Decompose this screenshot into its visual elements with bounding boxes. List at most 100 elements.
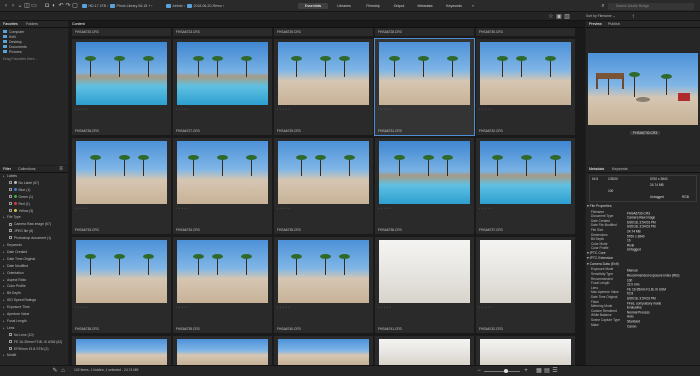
- rating-stars[interactable]: • • • • •: [176, 107, 189, 111]
- filter-section-header[interactable]: ▸ Model: [3, 353, 16, 358]
- breadcrumb-library[interactable]: Photo Library 06-15 + ›: [110, 3, 152, 9]
- thumbnail-image[interactable]: [76, 141, 167, 204]
- sort-direction-icon[interactable]: ↑: [630, 14, 636, 20]
- thumbnail-cell[interactable]: • • • • • FHSA6731.CR3: [374, 38, 475, 136]
- zoom-out-icon[interactable]: −: [476, 368, 482, 374]
- forward-icon[interactable]: ›: [10, 3, 16, 9]
- filter-label-item[interactable]: Blue (1): [9, 188, 30, 193]
- filter-section-header[interactable]: ▸ Lens: [3, 326, 14, 331]
- filter-label-item[interactable]: Yellow (3): [9, 209, 33, 214]
- rating-stars[interactable]: • • • • •: [75, 206, 88, 210]
- workspace-more-icon[interactable]: »: [470, 3, 476, 9]
- workspace-libraries[interactable]: Libraries: [330, 3, 358, 9]
- search-input[interactable]: Search Adobe Bridge: [608, 2, 694, 10]
- thumbnail-cell[interactable]: • • • • • FHSA6726.CR3: [72, 39, 171, 135]
- thumbnail-image[interactable]: [379, 339, 470, 365]
- breadcrumb-folder[interactable]: 2018-06-20-Remo ›: [187, 3, 224, 9]
- metadata-section-header[interactable]: ▾ IPTC Extension: [587, 256, 613, 261]
- thumbnail-image[interactable]: [177, 240, 268, 303]
- thumbnail-image[interactable]: [278, 339, 369, 365]
- thumbnail-cell[interactable]: • • • • • FHSA6740.CR3: [274, 237, 373, 333]
- filter-section-header[interactable]: ▸ File Type: [3, 215, 21, 220]
- filter-section-header[interactable]: ▸ Aspect Ratio: [3, 278, 26, 283]
- checkbox[interactable]: [9, 222, 12, 226]
- rating-stars[interactable]: • • • • •: [277, 305, 290, 309]
- preview-image[interactable]: [588, 53, 698, 125]
- filter-star-icon[interactable]: ☆: [548, 14, 554, 20]
- checkbox[interactable]: [9, 339, 12, 343]
- thumbnail-image[interactable]: [76, 339, 167, 365]
- open-recent-icon[interactable]: ▢: [72, 3, 78, 9]
- filter-item[interactable]: Camera Raw image (67): [9, 222, 51, 227]
- filter-item[interactable]: No Lens (10): [9, 333, 34, 338]
- checkbox[interactable]: [9, 181, 12, 185]
- refine-icon[interactable]: ◐: [51, 3, 57, 9]
- thumbnail-cell[interactable]: FHSA6725.CR3: [274, 28, 373, 36]
- checkbox[interactable]: [9, 346, 12, 350]
- thumbnail-cell[interactable]: FHSA6728.CR3: [375, 28, 474, 36]
- thumbnail-image[interactable]: [480, 141, 571, 204]
- thumbnail-cell[interactable]: • • • • • FHSA6729.CR3: [274, 39, 373, 135]
- thumbnail-cell[interactable]: • • • • • FHSA6733.CR3: [72, 138, 171, 234]
- filter-section-header[interactable]: ▸ Date Created: [3, 250, 27, 255]
- thumbnail-cell[interactable]: FHSA6730.CR3: [476, 28, 575, 36]
- home-icon[interactable]: ▭: [31, 3, 37, 9]
- rating-stars[interactable]: • • • • •: [378, 107, 391, 111]
- thumbnail-cell[interactable]: • • • • • FHSA6737.CR3: [476, 138, 575, 234]
- thumbnail-cell[interactable]: [173, 336, 272, 365]
- breadcrumb-drive[interactable]: HD-17 4TB ›: [82, 3, 108, 9]
- thumbnail-image[interactable]: [177, 141, 268, 204]
- filter-section-header[interactable]: ▸ Keywords: [3, 243, 22, 248]
- rating-stars[interactable]: • • • • •: [176, 305, 189, 309]
- filter-section-header[interactable]: ▸ Orientation: [3, 271, 24, 276]
- filter-section-header[interactable]: ▸ Labels: [3, 174, 17, 179]
- thumbnail-cell[interactable]: FHSA6723.CR3: [173, 28, 272, 36]
- filter-section-header[interactable]: ▸ Color Profile: [3, 284, 26, 289]
- details-view-icon[interactable]: ▤: [544, 368, 550, 374]
- metadata-section-header[interactable]: ▾ File Properties: [587, 204, 612, 209]
- settings-icon[interactable]: ✎: [52, 368, 58, 374]
- filter-section-header[interactable]: ▸ ISO Speed Ratings: [3, 298, 36, 303]
- filter-section-header[interactable]: ▸ Date Modified: [3, 264, 28, 269]
- thumbnail-cell[interactable]: • • • • • FHSA6741.CR3: [375, 237, 474, 333]
- thumbnail-cell[interactable]: [476, 336, 575, 365]
- checkbox[interactable]: [9, 194, 12, 198]
- sort-dropdown[interactable]: Sort by Filename ⌄: [586, 14, 615, 18]
- rating-stars[interactable]: • • • • •: [277, 206, 290, 210]
- rating-stars[interactable]: • • • • •: [277, 107, 290, 111]
- thumbnail-cell[interactable]: • • • • • FHSA6727.CR3: [173, 39, 272, 135]
- checkbox[interactable]: [9, 188, 12, 192]
- rating-stars[interactable]: • • • • •: [378, 305, 391, 309]
- breadcrumb-airbnb[interactable]: Airbnb ›: [166, 3, 185, 9]
- filter-section-header[interactable]: ▸ Focal Length: [3, 319, 27, 324]
- thumbnail-image[interactable]: [480, 42, 571, 105]
- new-folder-icon[interactable]: ▣: [556, 14, 562, 20]
- trash-icon[interactable]: ▥: [564, 14, 570, 20]
- filter-item[interactable]: EF50mm f/1.8 STM (2): [9, 347, 49, 352]
- workspace-filmstrip[interactable]: Filmstrip: [360, 3, 386, 9]
- filter-item[interactable]: Photoshop document (1): [9, 236, 51, 241]
- thumbnail-image[interactable]: [379, 240, 470, 303]
- rating-stars[interactable]: • • • • •: [479, 107, 492, 111]
- filter-item[interactable]: FE 16-35mm F2.8L III USM (62): [9, 340, 62, 345]
- filter-section-header[interactable]: ▸ Bit Depth: [3, 291, 21, 296]
- thumbnail-image[interactable]: [480, 240, 571, 303]
- filter-section-header[interactable]: ▸ Aperture Value: [3, 312, 29, 317]
- rating-stars[interactable]: • • • • •: [378, 206, 391, 210]
- slider-handle[interactable]: [504, 369, 508, 373]
- thumbnail-image[interactable]: [177, 339, 268, 365]
- thumbnail-cell[interactable]: • • • • • FHSA6736.CR3: [375, 138, 474, 234]
- back-icon[interactable]: ‹: [3, 3, 9, 9]
- thumbnail-image[interactable]: [379, 141, 470, 204]
- checkbox[interactable]: [9, 332, 12, 336]
- checkbox[interactable]: [9, 201, 12, 205]
- workspace-keywords[interactable]: Keywords: [440, 3, 468, 9]
- thumbnail-image[interactable]: [76, 240, 167, 303]
- thumbnail-image[interactable]: [278, 141, 369, 204]
- checkbox[interactable]: [9, 208, 12, 212]
- thumbnail-image[interactable]: [379, 42, 470, 105]
- workspace-essentials[interactable]: Essentials: [298, 3, 328, 9]
- rating-stars[interactable]: • • • • •: [479, 206, 492, 210]
- thumbnail-image[interactable]: [480, 339, 571, 365]
- thumbnail-cell[interactable]: • • • • • FHSA6735.CR3: [274, 138, 373, 234]
